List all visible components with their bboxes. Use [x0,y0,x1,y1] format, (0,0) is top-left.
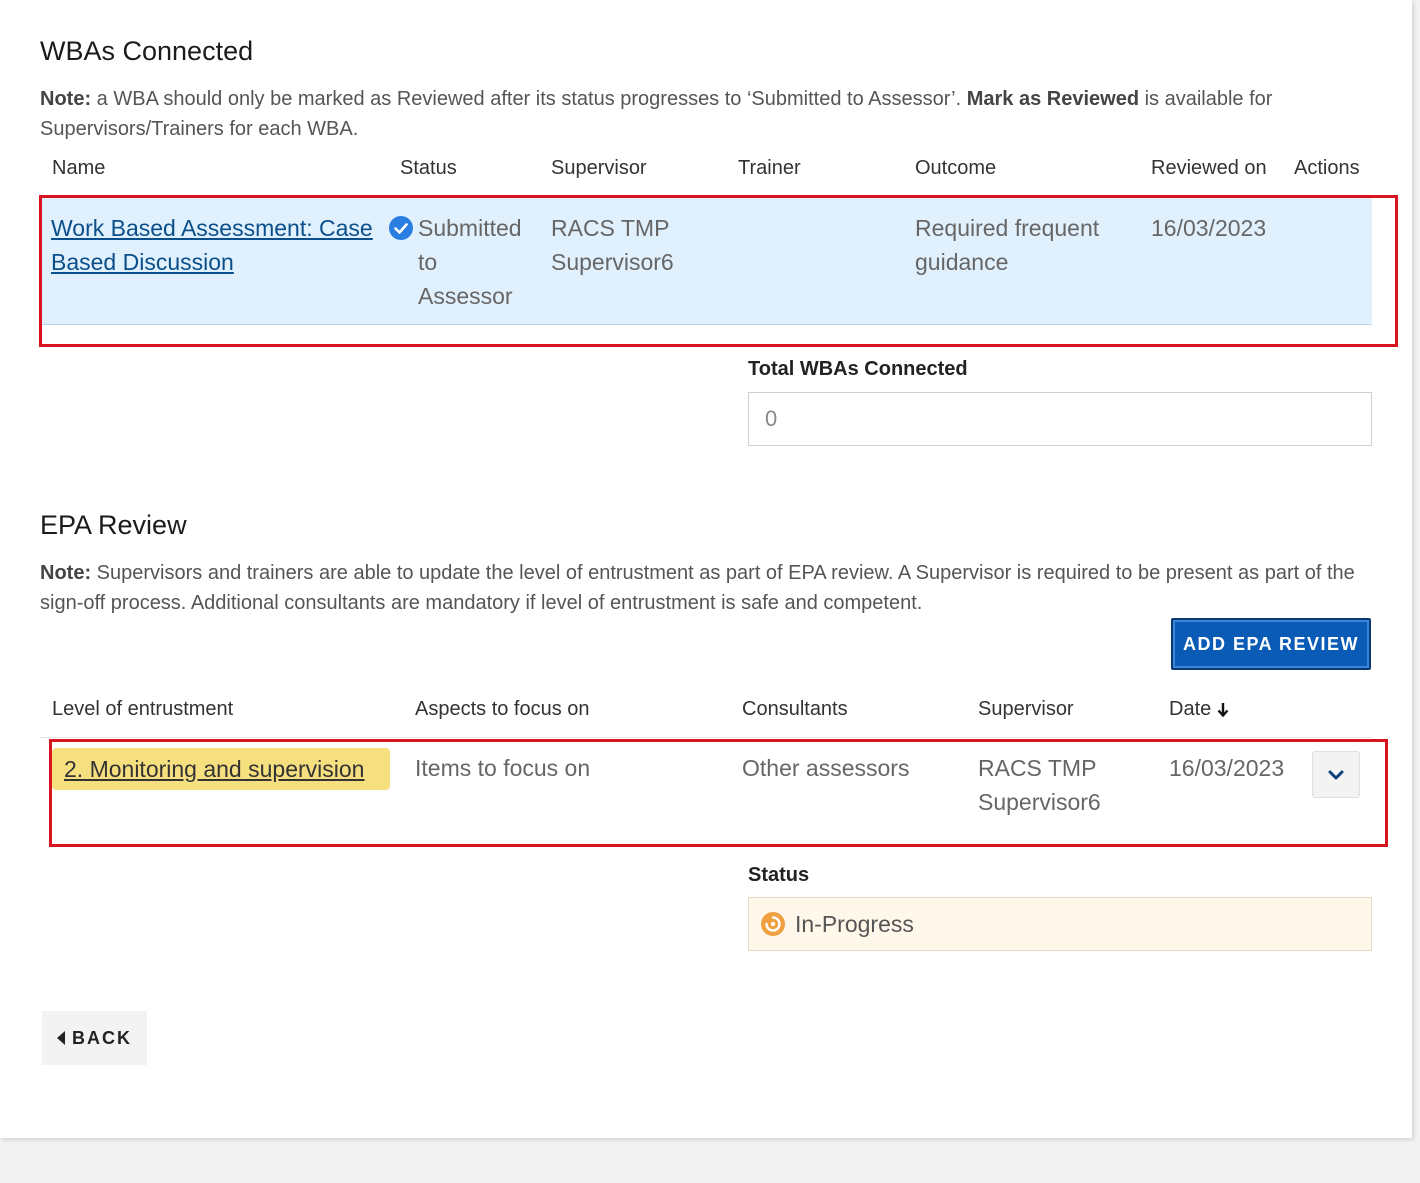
sort-arrow-down-icon [1217,702,1229,718]
in-progress-icon [761,912,785,936]
note-text: a WBA should only be marked as Reviewed … [91,88,967,110]
status-label: Status [748,864,810,886]
col-header-reviewed-on: Reviewed on [1151,157,1267,179]
note-bold-text: Mark as Reviewed [966,88,1140,110]
col-header-name: Name [52,157,106,179]
total-wbas-value: 0 [765,406,778,431]
total-wbas-field[interactable]: 0 [748,392,1372,446]
wba-section-title: WBAs Connected [40,36,254,66]
col-header-trainer: Trainer [738,157,801,179]
col-header-aspects: Aspects to focus on [415,698,590,720]
back-button[interactable]: BACK [42,1011,147,1065]
wba-note: Note: a WBA should only be marked as Rev… [40,84,1360,144]
col-header-supervisor: Supervisor [551,157,647,179]
note-label: Note: [40,88,92,110]
col-header-consultants: Consultants [742,698,848,720]
col-header-date[interactable]: Date [1169,698,1229,721]
epa-section-title: EPA Review [40,510,187,540]
status-field: In-Progress [748,897,1372,951]
status-value: In-Progress [795,910,914,937]
highlight-box [49,739,1388,847]
caret-left-icon [57,1031,66,1045]
col-header-status: Status [400,157,457,179]
epa-note: Note: Supervisors and trainers are able … [40,558,1380,618]
highlight-box [39,195,1398,347]
col-header-actions: Actions [1294,157,1360,179]
note-text: Supervisors and trainers are able to upd… [40,562,1355,614]
total-wbas-label: Total WBAs Connected [748,358,968,380]
col-header-supervisor: Supervisor [978,698,1074,720]
note-label: Note: [40,562,92,584]
col-header-outcome: Outcome [915,157,997,179]
page-card: WBAs Connected Note: a WBA should only b… [0,0,1412,1138]
col-header-date-label: Date [1169,698,1212,720]
add-epa-review-button[interactable]: ADD EPA REVIEW [1171,618,1371,670]
col-header-level: Level of entrustment [52,698,234,720]
table-divider [40,737,1372,738]
back-button-label: BACK [72,1027,132,1048]
